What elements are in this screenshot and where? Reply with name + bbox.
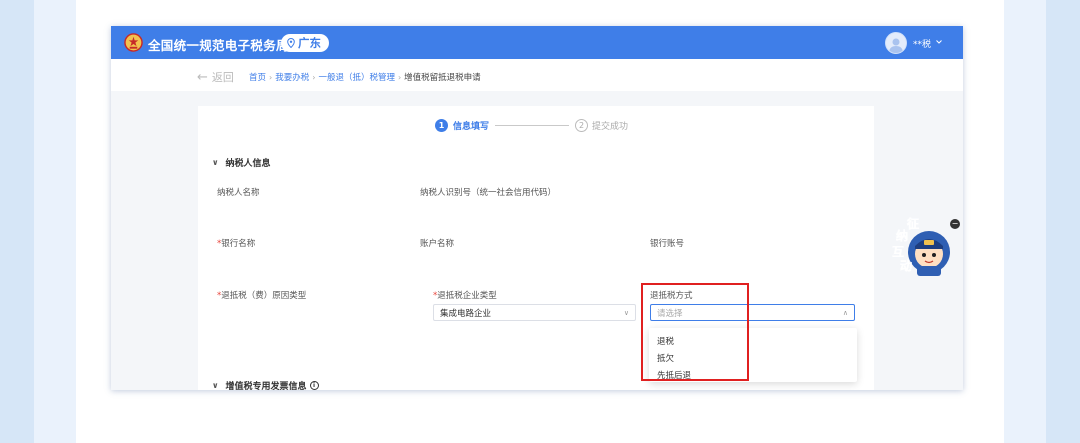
bank-name-label: *银行名称 — [217, 239, 256, 249]
region-label: 广东 — [298, 36, 321, 50]
breadcrumb-refund-management[interactable]: 一般退（抵）税管理 — [318, 71, 395, 83]
enterprise-type-select[interactable]: 集成电路企业 ∨ — [433, 304, 636, 321]
breadcrumb-home[interactable]: 首页 — [249, 71, 266, 83]
breadcrumb: 首页 › 我要办税 › 一般退（抵）税管理 › 增值税留抵退税申请 — [249, 71, 481, 84]
background-right-inner-band — [1004, 0, 1046, 443]
back-arrow-icon: ← — [197, 69, 208, 85]
chevron-up-icon: ∧ — [842, 309, 848, 317]
account-name-label: 账户名称 — [420, 239, 455, 249]
mascot-char-2: 纳 — [896, 228, 908, 243]
breadcrumb-tax-handling[interactable]: 我要办税 — [275, 71, 309, 83]
mascot-char-4: 动 — [900, 259, 912, 273]
background-left-inner-band — [34, 0, 76, 443]
step-1-label: 信息填写 — [453, 122, 490, 132]
refund-method-select[interactable]: 请选择 ∧ — [650, 304, 855, 321]
background-left-band — [0, 0, 34, 443]
national-emblem-icon — [124, 33, 143, 52]
refund-method-placeholder: 请选择 — [657, 308, 683, 319]
refund-method-dropdown: 退税 抵欠 先抵后退 — [649, 328, 857, 382]
breadcrumb-separator-icon: › — [269, 72, 273, 82]
mascot-char-3: 互 — [892, 245, 904, 259]
dropdown-option-refund[interactable]: 退税 — [657, 335, 674, 347]
browser-window: 全国统一规范电子税务局 广东 **税 ← 返回 首页 › 我要办税 › 一般退（… — [111, 26, 963, 390]
app-title: 全国统一规范电子税务局 — [148, 38, 289, 53]
background-right-band — [1046, 0, 1080, 443]
tax-interaction-mascot[interactable]: 征 纳 互 动 — [891, 216, 953, 278]
step-connector — [495, 125, 570, 126]
enterprise-type-label: *退抵税企业类型 — [433, 291, 497, 301]
user-name[interactable]: **税 — [913, 37, 931, 50]
chevron-down-icon: ∨ — [212, 158, 219, 167]
taxpayer-info-section-header[interactable]: ∨ 纳税人信息 — [212, 156, 271, 169]
dropdown-option-offset[interactable]: 抵欠 — [657, 352, 674, 364]
chevron-down-icon[interactable] — [934, 37, 944, 47]
chevron-down-icon: ∨ — [623, 309, 629, 317]
vat-invoice-section-header[interactable]: ∨ 增值税专用发票信息 i — [212, 379, 319, 390]
vat-invoice-title: 增值税专用发票信息 — [225, 382, 307, 390]
chevron-down-icon: ∨ — [212, 381, 219, 390]
step-2-number: 2 — [575, 119, 589, 132]
step-1-number: 1 — [435, 119, 448, 132]
breadcrumb-bar: ← 返回 首页 › 我要办税 › 一般退（抵）税管理 › 增值税留抵退税申请 — [111, 59, 963, 91]
taxpayer-id-label: 纳税人识别号（统一社会信用代码） — [420, 188, 557, 198]
taxpayer-name-label: 纳税人名称 — [217, 188, 260, 198]
info-icon[interactable]: i — [309, 381, 319, 390]
breadcrumb-current: 增值税留抵退税申请 — [404, 73, 481, 83]
top-navigation-bar: 全国统一规范电子税务局 广东 **税 — [111, 26, 963, 59]
user-avatar[interactable] — [885, 32, 907, 54]
refund-method-label: 退抵税方式 — [650, 291, 693, 301]
step-indicator: 1 信息填写 2 提交成功 — [435, 119, 628, 132]
step-2-label: 提交成功 — [592, 122, 629, 132]
bank-account-label: 银行账号 — [650, 239, 685, 249]
refund-reason-type-label: *退抵税（费）原因类型 — [217, 291, 307, 301]
breadcrumb-separator-icon: › — [397, 72, 402, 82]
close-icon[interactable]: − — [950, 219, 960, 229]
back-label: 返回 — [211, 71, 234, 84]
taxpayer-info-title: 纳税人信息 — [225, 159, 271, 169]
breadcrumb-separator-icon: › — [312, 72, 316, 82]
region-selector[interactable]: 广东 — [281, 34, 329, 52]
location-pin-icon — [287, 38, 295, 48]
dropdown-option-offset-then-refund[interactable]: 先抵后退 — [657, 369, 691, 381]
mascot-char-1: 征 — [907, 216, 919, 231]
back-button[interactable]: ← 返回 — [197, 69, 234, 85]
enterprise-type-value: 集成电路企业 — [440, 308, 492, 319]
user-avatar-icon — [889, 38, 903, 53]
